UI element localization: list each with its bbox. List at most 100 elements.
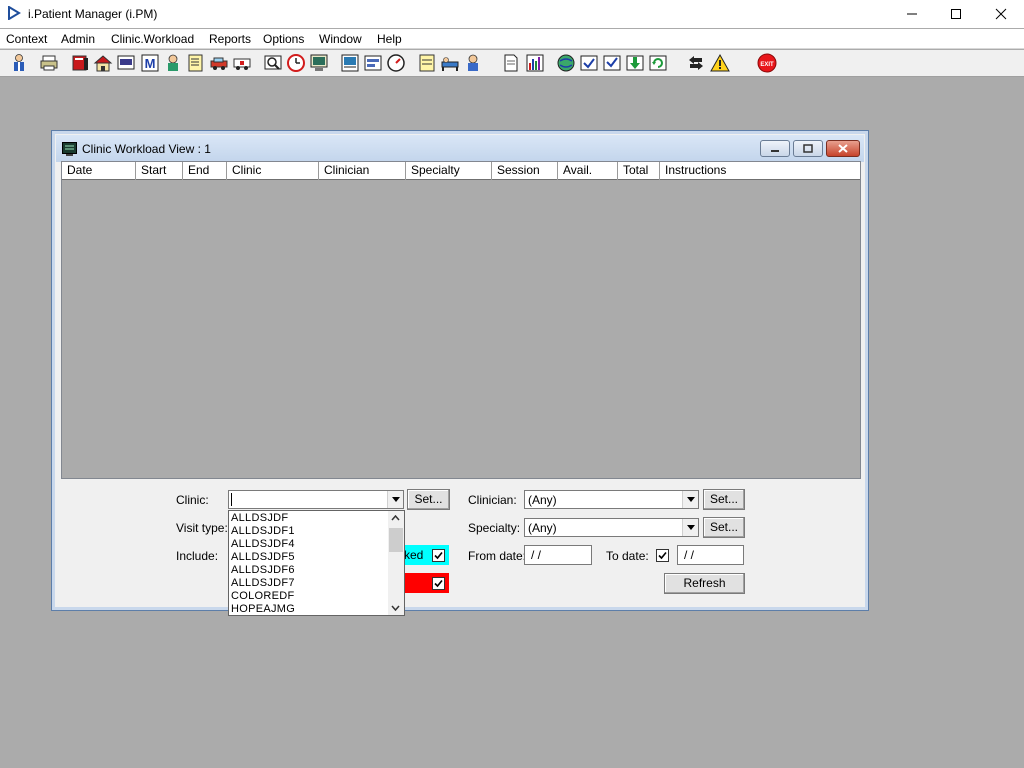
dropdown-scrollbar[interactable] — [388, 511, 404, 615]
doctor-button[interactable] — [163, 53, 183, 73]
child-restore-button[interactable] — [793, 140, 823, 157]
column-clinician[interactable]: Clinician — [319, 162, 406, 180]
clinician-combo-value: (Any) — [528, 493, 557, 507]
close-button[interactable] — [978, 0, 1024, 28]
to-date-field[interactable]: / / — [677, 545, 744, 565]
check-down-button[interactable] — [602, 53, 622, 73]
column-start[interactable]: Start — [136, 162, 183, 180]
chart-button[interactable] — [340, 53, 360, 73]
from-date-field[interactable]: / / — [524, 545, 592, 565]
list-item[interactable]: COLOREDF — [231, 590, 295, 602]
list-item[interactable]: HOPEAJMG — [231, 603, 295, 615]
house-button[interactable] — [93, 53, 113, 73]
patient-button[interactable] — [9, 53, 29, 73]
text-caret — [231, 493, 232, 506]
m-button[interactable]: M — [140, 53, 160, 73]
clinic-dropdown-button[interactable] — [387, 491, 403, 508]
swap-button[interactable] — [686, 53, 706, 73]
clinic-combo[interactable] — [228, 490, 404, 509]
refresh-tool-button[interactable] — [648, 53, 668, 73]
specialty-combo[interactable]: (Any) — [524, 518, 699, 537]
menu-options[interactable]: Options — [263, 32, 304, 46]
notes-button[interactable] — [186, 53, 206, 73]
close-icon — [995, 8, 1007, 20]
menu-help[interactable]: Help — [377, 32, 402, 46]
clinician-combo[interactable]: (Any) — [524, 490, 699, 509]
globe-button[interactable] — [556, 53, 576, 73]
card-button[interactable] — [116, 53, 136, 73]
list-item[interactable]: ALLDSJDF5 — [231, 551, 295, 563]
column-date[interactable]: Date — [62, 162, 136, 180]
specialty-set-button[interactable]: Set... — [703, 517, 745, 538]
specialty-combo-value: (Any) — [528, 521, 557, 535]
list-item[interactable]: ALLDSJDF7 — [231, 577, 295, 589]
minimize-button[interactable] — [889, 0, 935, 28]
clinician-set-button[interactable]: Set... — [703, 489, 745, 510]
bar-chart-button[interactable] — [525, 53, 545, 73]
clinician-dropdown-button[interactable] — [682, 491, 698, 508]
monitor-button[interactable] — [309, 53, 329, 73]
clock-button[interactable] — [286, 53, 306, 73]
column-instructions[interactable]: Instructions — [660, 162, 860, 180]
child-minimize-button[interactable] — [760, 140, 790, 157]
maximize-icon — [951, 9, 961, 19]
booked-checkbox[interactable] — [432, 549, 445, 562]
menu-clinic-workload[interactable]: Clinic.Workload — [111, 32, 194, 46]
chevron-down-icon[interactable] — [391, 605, 400, 611]
printer-icon — [40, 55, 58, 71]
maximize-button[interactable] — [933, 0, 979, 28]
to-date-checkbox[interactable] — [656, 549, 669, 562]
nurse-button[interactable] — [463, 53, 483, 73]
menu-window[interactable]: Window — [319, 32, 362, 46]
chevron-up-icon[interactable] — [391, 515, 400, 521]
window-title: i.Patient Manager (i.PM) — [28, 7, 158, 21]
list-item[interactable]: ALLDSJDF6 — [231, 564, 295, 576]
exit-button[interactable]: EXIT — [757, 53, 777, 73]
scan-icon — [264, 55, 282, 70]
child-window-title: Clinic Workload View : 1 — [82, 142, 211, 156]
menu-context[interactable]: Context — [6, 32, 47, 46]
doctor-icon — [168, 54, 178, 71]
restore-icon — [803, 144, 813, 153]
check-button[interactable] — [579, 53, 599, 73]
book-button[interactable] — [70, 53, 90, 73]
column-session[interactable]: Session — [492, 162, 558, 180]
menu-admin[interactable]: Admin — [61, 32, 95, 46]
column-total[interactable]: Total — [618, 162, 660, 180]
child-close-button[interactable] — [826, 140, 860, 157]
bed-button[interactable] — [440, 53, 460, 73]
list-item[interactable]: ALLDSJDF — [231, 512, 288, 524]
close-icon — [838, 144, 848, 153]
column-avail[interactable]: Avail. — [558, 162, 618, 180]
list-header: Date Start End Clinic Clinician Specialt… — [62, 162, 860, 180]
form-button[interactable] — [363, 53, 383, 73]
ambulance-button[interactable] — [232, 53, 252, 73]
car-button[interactable] — [209, 53, 229, 73]
workload-list[interactable]: Date Start End Clinic Clinician Specialt… — [61, 161, 861, 479]
list-item[interactable]: ALLDSJDF4 — [231, 538, 295, 550]
list-item[interactable]: ALLDSJDF1 — [231, 525, 295, 537]
clinic-dropdown-list[interactable]: ALLDSJDF ALLDSJDF1 ALLDSJDF4 ALLDSJDF5 A… — [228, 510, 405, 616]
print-button[interactable] — [39, 53, 59, 73]
column-clinic[interactable]: Clinic — [227, 162, 319, 180]
clinic-set-button[interactable]: Set... — [407, 489, 450, 510]
checkmark-icon — [658, 551, 667, 560]
svg-text:EXIT: EXIT — [760, 62, 774, 68]
unbooked-checkbox[interactable] — [432, 577, 445, 590]
scan-button[interactable] — [263, 53, 283, 73]
column-end[interactable]: End — [183, 162, 227, 180]
exit-icon: EXIT — [757, 53, 777, 73]
document-button[interactable] — [501, 53, 521, 73]
note-button[interactable] — [417, 53, 437, 73]
gauge-button[interactable] — [386, 53, 406, 73]
scrollbar-thumb[interactable] — [389, 528, 403, 552]
arrow-down-button[interactable] — [625, 53, 645, 73]
swap-icon — [689, 56, 703, 70]
column-specialty[interactable]: Specialty — [406, 162, 492, 180]
warning-button[interactable] — [710, 53, 730, 73]
refresh-button[interactable]: Refresh — [664, 573, 745, 594]
title-bar: i.Patient Manager (i.PM) — [0, 0, 1024, 28]
svg-text:M: M — [145, 56, 156, 71]
specialty-dropdown-button[interactable] — [682, 519, 698, 536]
menu-reports[interactable]: Reports — [209, 32, 251, 46]
